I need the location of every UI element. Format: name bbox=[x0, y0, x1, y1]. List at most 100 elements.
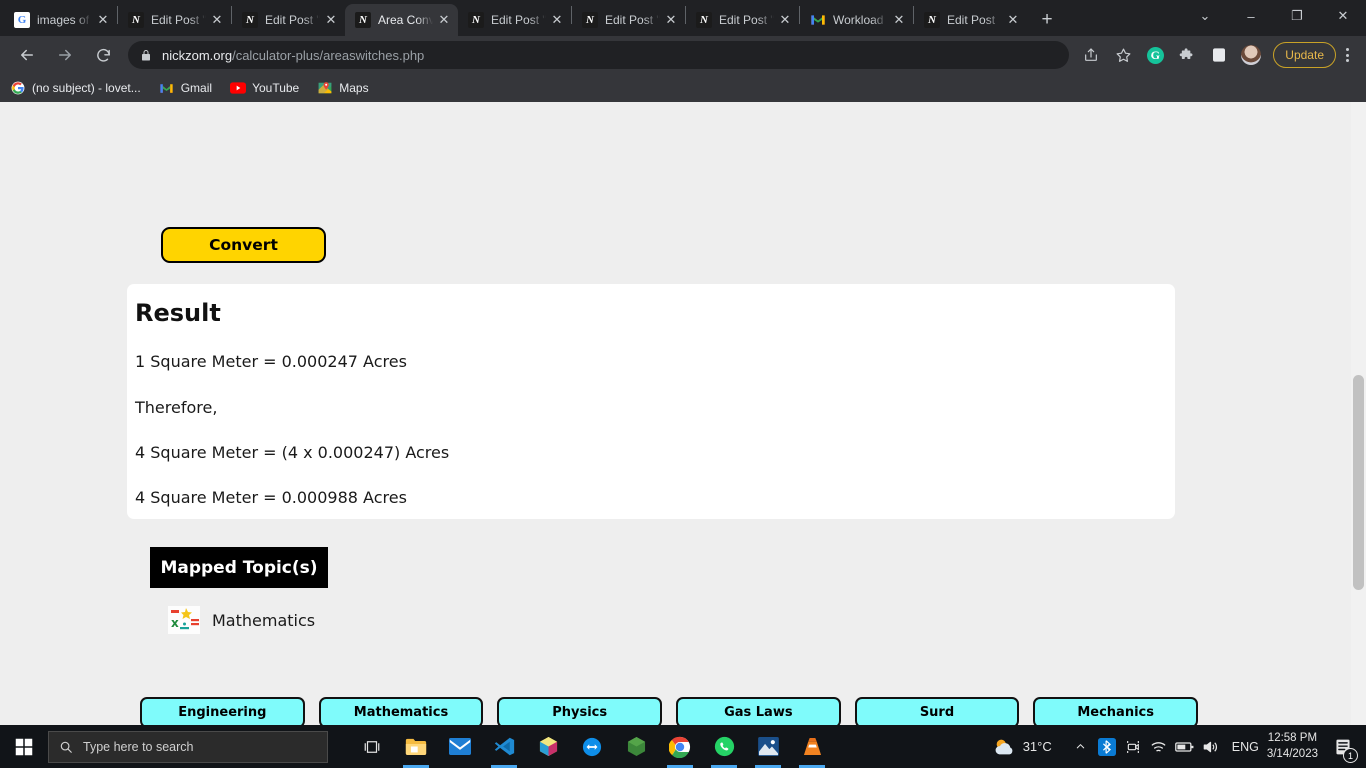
show-hidden-icons-chevron-icon[interactable] bbox=[1068, 725, 1094, 768]
bookmark-item[interactable]: Maps bbox=[317, 80, 369, 96]
tab-search-icon[interactable]: ⌄ bbox=[1182, 0, 1228, 32]
browser-tab-3[interactable]: N Edit Post " ✕ bbox=[232, 4, 345, 36]
category-button-mathematics[interactable]: Mathematics bbox=[318, 697, 484, 725]
nickzom-icon: N bbox=[582, 12, 598, 28]
close-icon[interactable]: ✕ bbox=[891, 12, 907, 28]
browser-tab-1[interactable]: G images of ✕ bbox=[4, 4, 117, 36]
tab-label: Edit Post " bbox=[719, 13, 774, 27]
sidepanel-icon[interactable] bbox=[1206, 42, 1232, 68]
page-viewport: Convert Result 1 Square Meter = 0.000247… bbox=[0, 102, 1366, 725]
mail-icon[interactable] bbox=[438, 725, 482, 768]
photos-icon[interactable] bbox=[746, 725, 790, 768]
close-icon[interactable]: ✕ bbox=[549, 12, 565, 28]
back-icon[interactable] bbox=[13, 41, 41, 69]
vscode-icon[interactable] bbox=[482, 725, 526, 768]
new-tab-button[interactable]: + bbox=[1033, 6, 1061, 34]
page-scrollbar[interactable] bbox=[1351, 102, 1366, 725]
category-button-gas-laws[interactable]: Gas Laws bbox=[676, 697, 841, 725]
result-line: 4 Square Meter = (4 x 0.000247) Acres bbox=[135, 442, 450, 462]
address-bar[interactable]: nickzom.org/calculator-plus/areaswitches… bbox=[128, 41, 1070, 69]
browser-tab-4-active[interactable]: N Area Conve ✕ bbox=[345, 4, 458, 36]
category-button-surd[interactable]: Surd bbox=[854, 697, 1020, 725]
avatar[interactable] bbox=[1238, 42, 1264, 68]
window-controls: ⌄ – ❐ ✕ bbox=[1182, 0, 1366, 36]
tab-label: Area Conve bbox=[378, 13, 433, 27]
lock-icon bbox=[140, 49, 152, 62]
close-icon[interactable]: ✕ bbox=[323, 12, 339, 28]
scrollbar-thumb[interactable] bbox=[1353, 375, 1364, 590]
close-icon[interactable]: ✕ bbox=[777, 12, 793, 28]
volume-icon[interactable] bbox=[1198, 725, 1224, 768]
battery-icon[interactable] bbox=[1172, 725, 1198, 768]
whatsapp-icon[interactable] bbox=[702, 725, 746, 768]
category-button-engineering[interactable]: Engineering bbox=[140, 697, 305, 725]
browser-tab-8[interactable]: Workload ✕ bbox=[800, 4, 913, 36]
teamviewer-icon[interactable] bbox=[570, 725, 614, 768]
bookmark-label: YouTube bbox=[252, 81, 300, 95]
update-button[interactable]: Update bbox=[1273, 42, 1336, 68]
tab-label: images of bbox=[37, 13, 90, 27]
mapped-topic-label: Mathematics bbox=[212, 610, 316, 630]
search-input[interactable]: Type here to search bbox=[48, 730, 328, 763]
category-button-grid: Engineering Mathematics Physics Gas Laws… bbox=[140, 697, 1198, 725]
cube-icon[interactable] bbox=[526, 725, 570, 768]
close-window-button[interactable]: ✕ bbox=[1320, 0, 1366, 32]
convert-button[interactable]: Convert bbox=[161, 227, 326, 263]
chrome-menu-icon[interactable] bbox=[1336, 48, 1358, 62]
close-icon[interactable]: ✕ bbox=[1005, 12, 1021, 28]
share-icon[interactable] bbox=[1078, 42, 1104, 68]
browser-tab-2[interactable]: N Edit Post " ✕ bbox=[118, 4, 231, 36]
tab-strip: G images of ✕ N Edit Post " ✕ N Edit Pos… bbox=[0, 0, 1366, 36]
notification-center-icon[interactable]: 1 bbox=[1326, 725, 1360, 768]
node-icon[interactable] bbox=[614, 725, 658, 768]
bluetooth-icon[interactable] bbox=[1094, 725, 1120, 768]
vlc-icon[interactable] bbox=[790, 725, 834, 768]
bookmark-label: Maps bbox=[339, 81, 369, 95]
category-button-physics[interactable]: Physics bbox=[497, 697, 662, 725]
bookmark-star-icon[interactable] bbox=[1110, 42, 1136, 68]
mapped-topics-header: Mapped Topic(s) bbox=[150, 547, 328, 588]
close-icon[interactable]: ✕ bbox=[663, 12, 679, 28]
category-button-mechanics[interactable]: Mechanics bbox=[1033, 697, 1198, 725]
clock-date: 3/14/2023 bbox=[1266, 747, 1318, 760]
browser-tab-5[interactable]: N Edit Post " ✕ bbox=[458, 4, 571, 36]
minimize-button[interactable]: – bbox=[1228, 0, 1274, 32]
browser-tab-6[interactable]: N Edit Post " ✕ bbox=[572, 4, 685, 36]
close-icon[interactable]: ✕ bbox=[95, 12, 111, 28]
reload-icon[interactable] bbox=[89, 41, 117, 69]
clock-time: 12:58 PM bbox=[1267, 731, 1318, 744]
windows-taskbar: Type here to search 31°C ENG 12:58 PM 3/… bbox=[0, 725, 1366, 768]
bookmark-item[interactable]: (no subject) - lovet... bbox=[10, 80, 141, 96]
taskbar-apps bbox=[350, 725, 834, 768]
weather-widget[interactable]: 31°C bbox=[992, 736, 1052, 758]
grammarly-extension-icon[interactable]: G bbox=[1142, 42, 1168, 68]
clock[interactable]: 12:58 PM 3/14/2023 bbox=[1267, 731, 1318, 762]
nickzom-icon: N bbox=[468, 12, 484, 28]
close-icon[interactable]: ✕ bbox=[436, 12, 452, 28]
chrome-icon[interactable] bbox=[658, 725, 702, 768]
url-path: /calculator-plus/areaswitches.php bbox=[232, 47, 425, 63]
extensions-puzzle-icon[interactable] bbox=[1174, 42, 1200, 68]
task-view-icon[interactable] bbox=[350, 725, 394, 768]
bookmark-item[interactable]: Gmail bbox=[159, 80, 212, 96]
maps-icon bbox=[317, 80, 333, 96]
tab-label: Workload bbox=[833, 13, 884, 27]
camera-device-icon[interactable] bbox=[1120, 725, 1146, 768]
mapped-topic-item[interactable]: x Mathematics bbox=[168, 606, 315, 634]
tab-label: Edit Post " bbox=[605, 13, 660, 27]
maximize-restore-button[interactable]: ❐ bbox=[1274, 0, 1320, 32]
start-button-icon[interactable] bbox=[0, 725, 48, 768]
bookmark-label: (no subject) - lovet... bbox=[32, 81, 141, 95]
language-indicator[interactable]: ENG bbox=[1232, 740, 1259, 754]
bookmark-item[interactable]: YouTube bbox=[230, 80, 299, 96]
browser-tab-7[interactable]: N Edit Post " ✕ bbox=[686, 4, 799, 36]
wifi-icon[interactable] bbox=[1146, 725, 1172, 768]
browser-tab-9[interactable]: N Edit Post ✕ bbox=[914, 4, 1027, 36]
tab-label: Edit Post bbox=[947, 13, 996, 27]
forward-icon[interactable] bbox=[51, 41, 79, 69]
tab-label: Edit Post " bbox=[151, 13, 206, 27]
file-explorer-icon[interactable] bbox=[394, 725, 438, 768]
close-icon[interactable]: ✕ bbox=[209, 12, 225, 28]
browser-window: G images of ✕ N Edit Post " ✕ N Edit Pos… bbox=[0, 0, 1366, 725]
google-icon: G bbox=[14, 12, 30, 28]
